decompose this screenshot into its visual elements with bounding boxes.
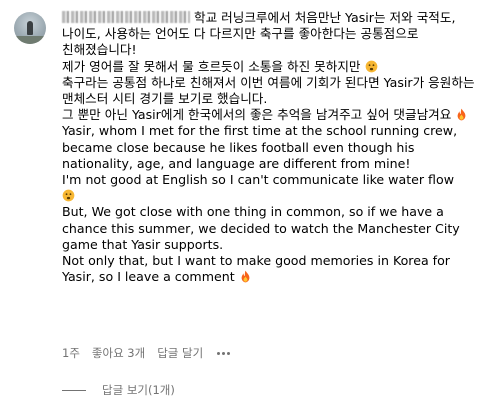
fire-emoji [241,270,250,283]
reply-button[interactable]: 답글 달기 [157,345,203,361]
view-replies-label[interactable]: 답글 보기(1개) [102,382,175,398]
sad-face-emoji [62,189,75,202]
fire-emoji [457,108,466,121]
avatar[interactable] [14,12,46,44]
sad-face-emoji [365,60,377,72]
comment-time: 1주 [62,346,80,360]
comment-text: 학교 러닝크루에서 처음만난 Yasir는 저와 국적도, 나이도, 사용하는 … [62,10,478,285]
avatar-figure [27,21,33,35]
view-replies[interactable]: 답글 보기(1개) [62,382,175,398]
comment-body-part-2: 축구라는 공통점 하나로 친해져서 이번 여름에 기회가 된다면 Yasir가 … [62,74,475,123]
comment-meta: 1주 좋아요 3개 답글 달기 [62,345,242,361]
avatar-ground [14,36,46,44]
username-blurred[interactable] [62,11,190,23]
replies-divider [62,389,86,391]
comment-body-part-3: Yasir, whom I met for the first time at … [62,123,458,188]
comment-body-part-4: But, We got close with one thing in comm… [62,204,460,285]
likes-count[interactable]: 좋아요 3개 [92,345,145,361]
more-options-icon[interactable] [217,351,231,355]
